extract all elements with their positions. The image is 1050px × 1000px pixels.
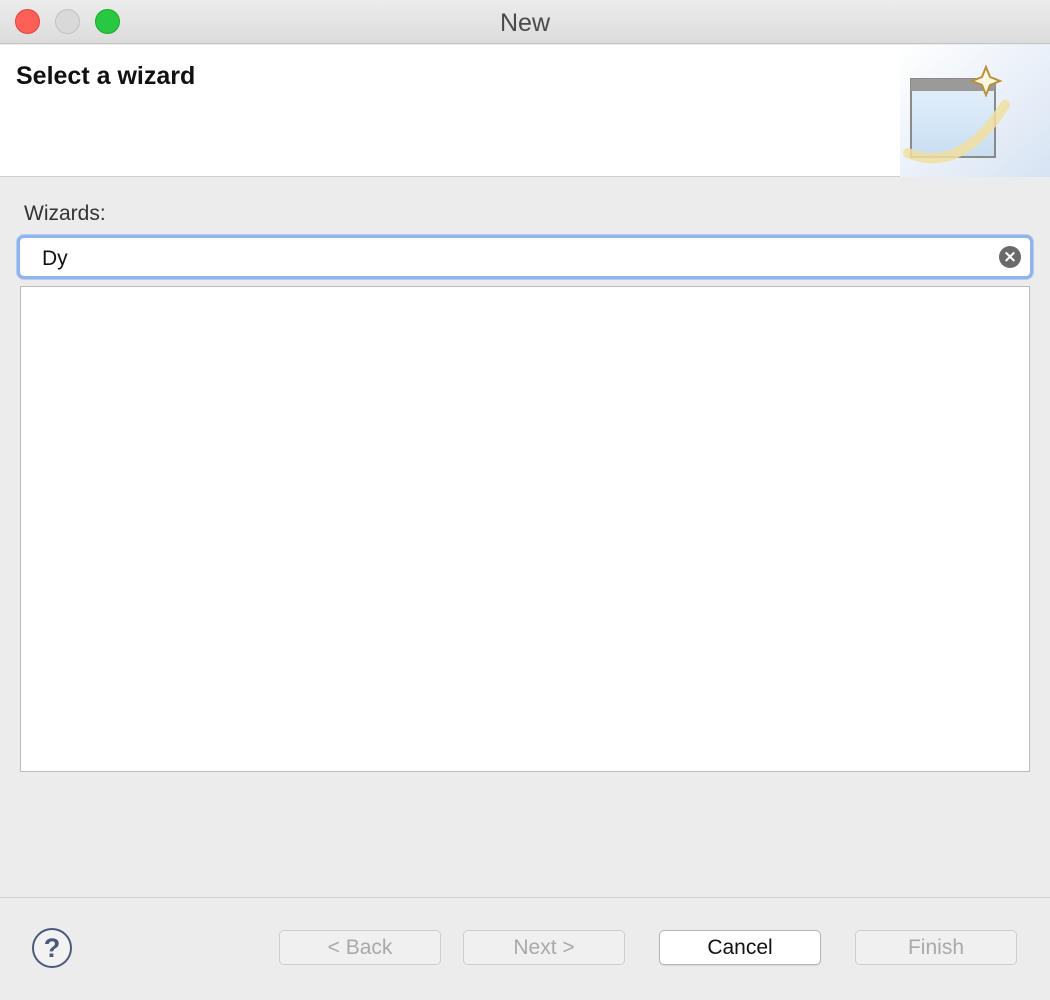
finish-button[interactable]: Finish <box>855 930 1017 965</box>
new-wizard-banner-icon <box>900 45 1050 177</box>
title-bar: New <box>0 0 1050 44</box>
help-icon[interactable]: ? <box>32 928 72 968</box>
wizard-filter-input[interactable]: Dy × <box>17 235 1033 279</box>
clear-icon[interactable]: × <box>999 246 1021 268</box>
window-title: New <box>499 9 550 37</box>
cancel-button[interactable]: Cancel <box>659 930 821 965</box>
next-button[interactable]: Next > <box>463 930 625 965</box>
wizard-filter-value: Dy <box>42 247 68 270</box>
wizard-tree[interactable] <box>20 286 1030 772</box>
footer-divider <box>0 897 1050 898</box>
back-button[interactable]: < Back <box>279 930 441 965</box>
page-title: Select a wizard <box>16 62 196 90</box>
wizards-label: Wizards: <box>24 202 106 225</box>
wizard-header: Select a wizard <box>0 45 1050 177</box>
